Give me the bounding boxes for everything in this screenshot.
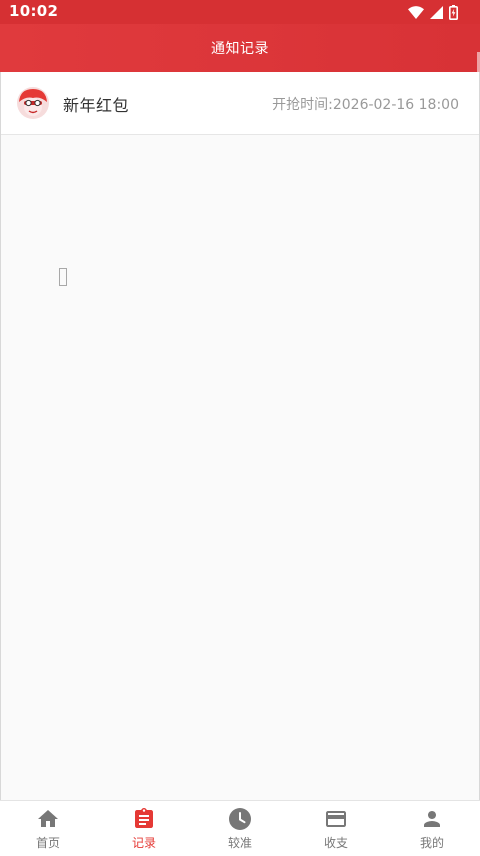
tab-label: 收支 xyxy=(323,836,348,850)
tab-label: 首页 xyxy=(35,836,60,850)
record-start-time: 开抢时间:2026-02-16 18:00 xyxy=(272,97,459,113)
red-packet-avatar-icon xyxy=(17,87,49,119)
tab-label: 我的 xyxy=(419,836,444,850)
tab-records[interactable]: 记录 xyxy=(96,801,192,856)
tab-calibrate[interactable]: 较准 xyxy=(192,801,288,856)
page-title: 通知记录 xyxy=(211,41,269,57)
record-title: 新年红包 xyxy=(63,96,130,115)
status-icons xyxy=(408,4,458,20)
credit-card-icon xyxy=(324,807,348,831)
tab-mine[interactable]: 我的 xyxy=(384,801,480,856)
bottom-tab-bar: 首页 记录 较准 收支 我的 xyxy=(0,800,480,856)
battery-charging-icon xyxy=(449,4,458,20)
home-icon xyxy=(36,807,60,831)
tab-label: 较准 xyxy=(227,836,252,850)
status-bar: 10:02 xyxy=(0,0,480,24)
status-time: 10:02 xyxy=(9,2,59,20)
record-list-item[interactable]: 新年红包 开抢时间:2026-02-16 18:00 xyxy=(1,72,479,135)
wifi-icon xyxy=(408,5,424,19)
content-border-left xyxy=(0,72,1,800)
clock-icon xyxy=(228,807,252,831)
tab-home[interactable]: 首页 xyxy=(0,801,96,856)
tab-income-expense[interactable]: 收支 xyxy=(288,801,384,856)
app-bar: 通知记录 xyxy=(0,24,480,72)
clipboard-icon xyxy=(132,807,156,831)
tab-label: 记录 xyxy=(131,836,156,850)
missing-glyph-box xyxy=(59,268,67,286)
person-icon xyxy=(420,807,444,831)
signal-icon xyxy=(430,5,443,19)
